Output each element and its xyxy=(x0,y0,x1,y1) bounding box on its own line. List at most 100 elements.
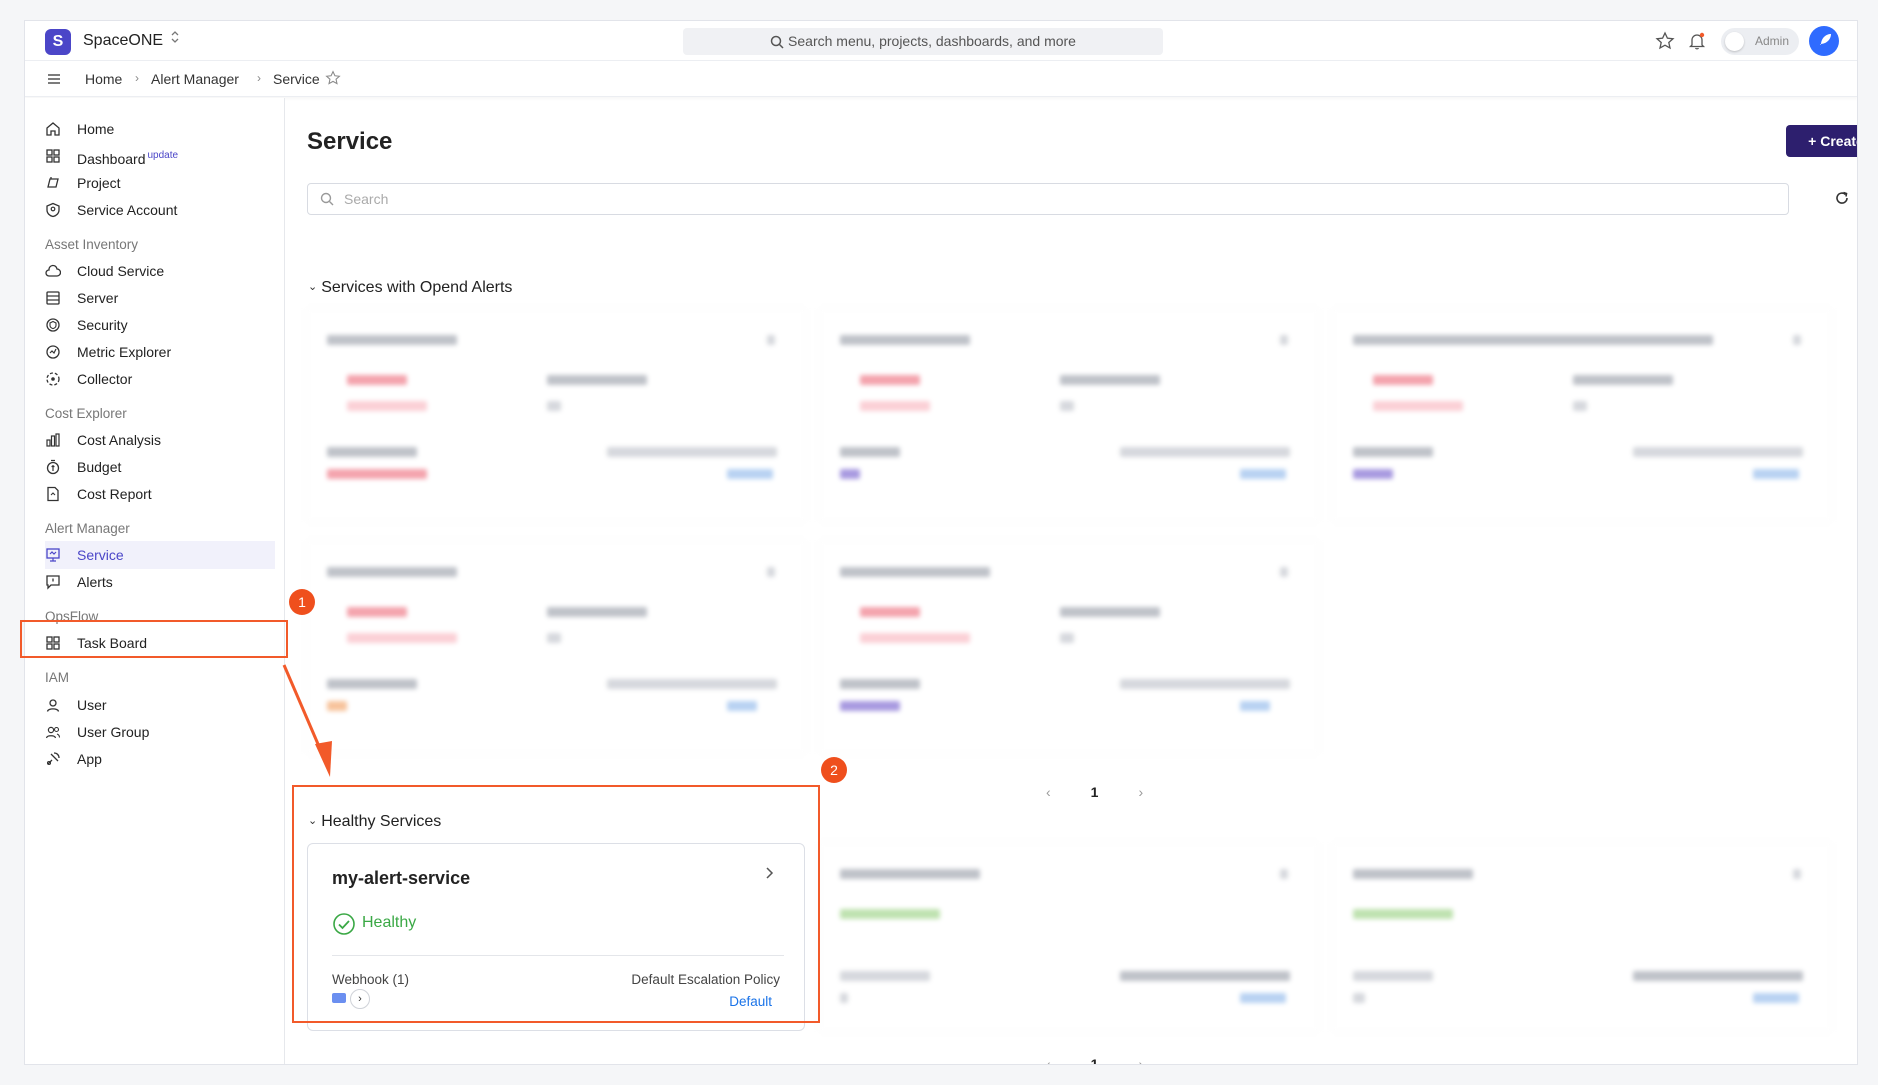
create-label: Create xyxy=(1820,133,1857,149)
service-card-blurred[interactable] xyxy=(1333,843,1831,1031)
sidebar-item-label: Service Account xyxy=(77,202,178,218)
update-badge: update xyxy=(147,150,179,161)
breadcrumb-separator-icon: › xyxy=(135,71,139,85)
sidebar-item-label: Cost Analysis xyxy=(77,432,162,448)
admin-mode-toggle[interactable]: Admin xyxy=(1721,28,1799,55)
sidebar-item-budget[interactable]: Budget xyxy=(45,453,275,481)
sidebar-item-metric-explorer[interactable]: Metric Explorer xyxy=(45,338,275,366)
toggle-knob xyxy=(1725,32,1744,51)
sidebar-item-label: Metric Explorer xyxy=(77,344,172,360)
search-input[interactable]: Search xyxy=(307,183,1789,215)
prev-page-icon[interactable]: ‹ xyxy=(1046,1056,1051,1064)
service-card-blurred[interactable] xyxy=(307,541,805,753)
refresh-icon[interactable] xyxy=(1834,190,1850,211)
page-number[interactable]: 1 xyxy=(1091,784,1099,800)
search-icon xyxy=(770,35,784,49)
sidebar-item-alerts[interactable]: Alerts xyxy=(45,568,275,596)
sidebar-section-cost-explorer: Cost Explorer xyxy=(45,406,127,421)
breadcrumb-bar: Home › Alert Manager › Service xyxy=(25,61,1857,97)
spaceone-logo[interactable]: S xyxy=(45,29,71,55)
next-page-icon[interactable]: › xyxy=(1138,784,1143,800)
sidebar-item-label: Cost Report xyxy=(77,486,152,502)
group-title: Services with Opend Alerts xyxy=(321,279,513,296)
sidebar-section-alert-manager: Alert Manager xyxy=(45,521,130,536)
breadcrumb-service: Service xyxy=(273,71,320,87)
dashboard-icon xyxy=(46,149,60,163)
sidebar-item-label: App xyxy=(77,751,102,767)
breadcrumb-separator-icon: › xyxy=(257,71,261,85)
sidebar-item-server[interactable]: Server xyxy=(45,284,275,312)
page-title: Service xyxy=(307,128,393,155)
group-open-alerts-header[interactable]: ⌄ Services with Opend Alerts xyxy=(308,279,512,297)
cost-analysis-icon xyxy=(46,433,60,447)
sidebar-item-label: Cloud Service xyxy=(77,263,165,279)
plus-icon: + xyxy=(1808,133,1817,149)
prev-page-icon[interactable]: ‹ xyxy=(1046,784,1051,800)
home-icon xyxy=(46,122,60,136)
sidebar-section-iam: IAM xyxy=(45,670,70,685)
metric-explorer-icon xyxy=(46,345,60,359)
service-card-blurred[interactable] xyxy=(820,309,1318,521)
breadcrumb-alert-manager[interactable]: Alert Manager xyxy=(151,71,239,87)
sidebar-item-user-group[interactable]: User Group xyxy=(45,718,275,746)
security-icon xyxy=(46,318,60,332)
budget-icon xyxy=(46,459,60,475)
sidebar-item-label: Service xyxy=(77,547,124,563)
sidebar-item-cloud-service[interactable]: Cloud Service xyxy=(45,257,275,285)
sidebar-item-label: Security xyxy=(77,317,128,333)
sidebar-item-user[interactable]: User xyxy=(45,691,275,719)
workspace-switch-icon[interactable] xyxy=(171,30,179,45)
sidebar-item-label: Home xyxy=(77,121,115,137)
service-card-blurred[interactable] xyxy=(820,843,1318,1031)
service-card-blurred[interactable] xyxy=(1333,309,1831,521)
create-button[interactable]: + Create xyxy=(1786,125,1857,157)
next-page-icon[interactable]: › xyxy=(1138,1056,1143,1064)
sidebar-item-collector[interactable]: Collector xyxy=(45,365,275,393)
sidebar-item-home[interactable]: Home xyxy=(45,115,275,143)
sidebar-item-label: Dashboard xyxy=(77,151,146,167)
cloud-icon xyxy=(45,264,61,277)
sidebar-item-app[interactable]: App xyxy=(45,745,275,773)
sidebar-item-service[interactable]: Service xyxy=(45,541,275,569)
notification-bell-icon[interactable] xyxy=(1687,31,1709,53)
pagination-open: ‹ 1 › xyxy=(1046,784,1143,800)
cost-report-icon xyxy=(47,486,59,502)
sidebar-item-project[interactable]: Project xyxy=(45,169,275,197)
service-icon xyxy=(46,548,60,562)
annotation-marker-2: 2 xyxy=(821,757,847,783)
user-group-icon xyxy=(45,726,61,739)
sidebar-item-dashboard[interactable]: Dashboard update xyxy=(45,142,275,170)
breadcrumb-home[interactable]: Home xyxy=(85,71,122,87)
sidebar-item-label: Server xyxy=(77,290,119,306)
sidebar-item-service-account[interactable]: Service Account xyxy=(45,196,275,224)
project-icon xyxy=(47,177,59,188)
workspace-name[interactable]: SpaceONE xyxy=(83,32,163,50)
sidebar-item-label: Project xyxy=(77,175,121,191)
sidebar: Home Dashboard update Project Service Acc… xyxy=(25,98,285,1064)
service-card-blurred[interactable] xyxy=(820,541,1318,753)
search-placeholder: Search xyxy=(344,191,389,207)
annotation-box-service-nav xyxy=(20,620,288,658)
user-avatar[interactable] xyxy=(1809,26,1839,56)
service-card-blurred[interactable] xyxy=(307,309,805,521)
menu-toggle-icon[interactable] xyxy=(47,72,61,88)
sidebar-item-label: Alerts xyxy=(77,574,113,590)
sidebar-item-cost-analysis[interactable]: Cost Analysis xyxy=(45,426,275,454)
service-account-icon xyxy=(46,202,60,218)
global-search-placeholder: Search menu, projects, dashboards, and m… xyxy=(788,33,1076,49)
bookmark-star-icon[interactable] xyxy=(325,70,341,89)
server-icon xyxy=(46,291,60,305)
chevron-down-icon: ⌄ xyxy=(308,281,318,293)
favorite-star-icon[interactable] xyxy=(1655,31,1677,53)
search-icon xyxy=(320,192,334,206)
annotation-marker-1: 1 xyxy=(289,589,315,615)
sidebar-item-label: Budget xyxy=(77,459,122,475)
global-search[interactable]: Search menu, projects, dashboards, and m… xyxy=(683,28,1163,55)
pagination-healthy: ‹ 1 › xyxy=(1046,1056,1143,1064)
sidebar-item-cost-report[interactable]: Cost Report xyxy=(45,480,275,508)
admin-label: Admin xyxy=(1755,34,1790,48)
sidebar-section-asset-inventory: Asset Inventory xyxy=(45,237,139,252)
sidebar-item-security[interactable]: Security xyxy=(45,311,275,339)
collector-icon xyxy=(46,372,60,386)
page-number[interactable]: 1 xyxy=(1091,1056,1099,1064)
